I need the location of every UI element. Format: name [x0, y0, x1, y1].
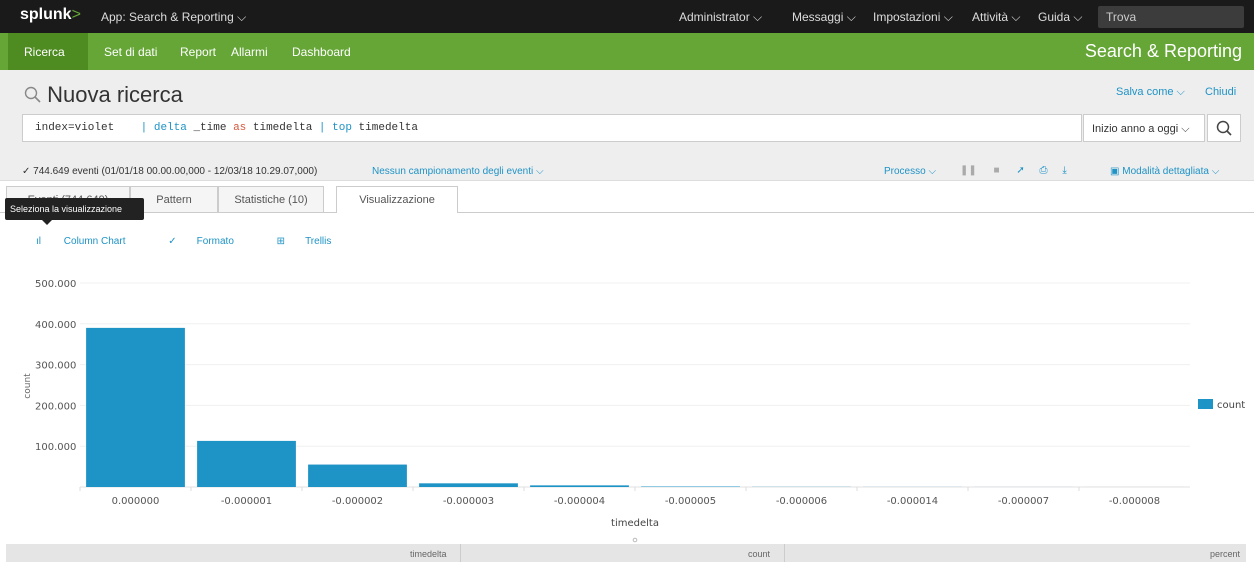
trellis-button[interactable]: ⊞ Trellis: [277, 236, 352, 247]
tooltip: Seleziona la visualizzazione: [5, 198, 144, 220]
global-search-input[interactable]: Trova: [1098, 6, 1244, 28]
search-icon: [24, 86, 41, 103]
share-icon[interactable]: ➚: [1016, 165, 1024, 176]
search-mode-menu[interactable]: ▣ Modalità dettagliata ⌵: [1110, 166, 1219, 177]
x-tick-label: -0.000004: [554, 496, 605, 507]
y-axis-label: count: [23, 373, 33, 399]
event-count-status: ✓ 744.649 eventi (01/01/18 00.00.00,000 …: [22, 166, 318, 177]
tab-visualization[interactable]: Visualizzazione: [336, 186, 458, 213]
y-tick-label: 400.000: [35, 320, 76, 331]
column-chart: 100.000 200.000 300.000 400.000 500.000 count…: [23, 279, 1245, 543]
query-pipe-2: |: [318, 122, 326, 134]
nav-allarmi[interactable]: Allarmi: [231, 45, 268, 59]
column-separator: [460, 544, 461, 562]
app-title: Search & Reporting: [1084, 41, 1242, 61]
x-tick-label: -0.000014: [887, 496, 938, 507]
x-tick-label: -0.000005: [665, 496, 716, 507]
legend-swatch: [1198, 399, 1213, 409]
menu-messaggi[interactable]: Messaggi ⌵: [792, 10, 856, 25]
menu-administrator[interactable]: Administrator ⌵: [679, 10, 762, 25]
resize-handle-icon: [632, 537, 638, 543]
query-field-2: timedelta: [351, 122, 418, 134]
menu-impostazioni[interactable]: Impostazioni ⌵: [873, 10, 953, 25]
nav-dashboard[interactable]: Dashboard: [292, 45, 351, 59]
query-time: _time: [186, 122, 234, 134]
x-tick-label: -0.000006: [776, 496, 827, 507]
search-query-input[interactable]: index=violet | delta _time as timedelta …: [22, 114, 1082, 142]
print-icon[interactable]: ⎙: [1040, 165, 1048, 176]
job-controls: ❚❚ ■ ➚ ⎙ ⤓: [960, 165, 1067, 176]
stats-table-header: timedelta count percent: [6, 544, 1246, 562]
pencil-icon: ✓: [168, 236, 177, 247]
query-top: top: [332, 122, 352, 134]
save-as-menu[interactable]: Salva come ⌵: [1116, 86, 1185, 99]
menu-attivita[interactable]: Attività ⌵: [972, 10, 1020, 25]
viz-toolbar: ıl Column Chart ✓ Formato ⊞ Trellis: [36, 236, 371, 247]
search-icon: [1216, 120, 1232, 136]
format-button[interactable]: ✓ Formato: [168, 236, 254, 247]
query-field: timedelta: [246, 122, 319, 134]
x-axis-label: timedelta: [611, 518, 659, 529]
results-tabs: Eventi (744.649) Pattern Statistiche (10…: [0, 186, 1254, 213]
x-tick-label: -0.000001: [221, 496, 272, 507]
column-header-percent[interactable]: percent: [1210, 549, 1240, 559]
nav-set-di-dati[interactable]: Set di dati: [104, 45, 157, 59]
bar-chart-icon: ıl: [36, 236, 41, 247]
pause-icon[interactable]: ❚❚: [960, 165, 977, 176]
time-range-picker[interactable]: Inizio anno a oggi ⌵: [1083, 114, 1205, 142]
tooltip-arrow: [42, 220, 52, 225]
bar: [197, 440, 296, 487]
bar: [86, 327, 185, 487]
trellis-label: Trellis: [305, 236, 332, 247]
query-as: as: [233, 122, 247, 134]
x-tick-label: -0.000008: [1109, 496, 1160, 507]
x-tick-label: -0.000002: [332, 496, 383, 507]
y-tick-label: 100.000: [35, 442, 76, 453]
search-mode-label: Modalità dettagliata ⌵: [1122, 166, 1220, 177]
nav-ricerca[interactable]: Ricerca: [24, 45, 65, 59]
stop-icon[interactable]: ■: [994, 165, 1000, 176]
app-menu[interactable]: App: Search & Reporting ⌵: [101, 10, 246, 25]
chart-type-label: Column Chart: [63, 236, 126, 247]
search-header: Nuova ricerca Salva come ⌵ Chiudi index=…: [0, 70, 1254, 181]
tab-statistics[interactable]: Statistiche (10): [218, 186, 324, 212]
x-tick-label: -0.000003: [443, 496, 494, 507]
query-index: index=violet: [35, 122, 115, 134]
grid-icon: ⊞: [276, 236, 286, 247]
column-header-timedelta[interactable]: timedelta: [410, 549, 447, 559]
top-bar: splunk> App: Search & Reporting ⌵ Admini…: [0, 0, 1254, 33]
nav-report[interactable]: Report: [180, 45, 216, 59]
menu-guida[interactable]: Guida ⌵: [1038, 10, 1082, 25]
page-title-text: Nuova ricerca: [47, 82, 183, 107]
y-tick-label: 200.000: [35, 401, 76, 412]
y-tick-label: 300.000: [35, 361, 76, 372]
splunk-logo[interactable]: splunk>: [20, 6, 81, 24]
mode-icon: ▣: [1110, 166, 1120, 177]
query-delta: delta: [153, 122, 187, 134]
query-pipe: |: [140, 122, 148, 134]
bar: [419, 483, 518, 487]
x-tick-label: -0.000007: [998, 496, 1049, 507]
bar: [530, 485, 629, 487]
sampling-menu[interactable]: Nessun campionamento degli eventi ⌵: [372, 166, 544, 177]
search-button[interactable]: [1207, 114, 1241, 142]
job-menu[interactable]: Processo ⌵: [884, 166, 936, 177]
legend-label: count: [1217, 400, 1245, 411]
chart-type-button[interactable]: ıl Column Chart: [36, 236, 145, 247]
close-link[interactable]: Chiudi: [1205, 86, 1236, 98]
export-icon[interactable]: ⤓: [1062, 165, 1066, 176]
y-tick-label: 500.000: [35, 279, 76, 290]
page-title: Nuova ricerca: [24, 82, 183, 108]
bar: [308, 464, 407, 487]
format-label: Formato: [196, 236, 234, 247]
column-header-count[interactable]: count: [748, 549, 770, 559]
x-tick-label: 0.000000: [112, 496, 160, 507]
app-nav-bar: Ricerca Set di dati Report Allarmi Dashb…: [0, 33, 1254, 70]
column-separator: [784, 544, 785, 562]
